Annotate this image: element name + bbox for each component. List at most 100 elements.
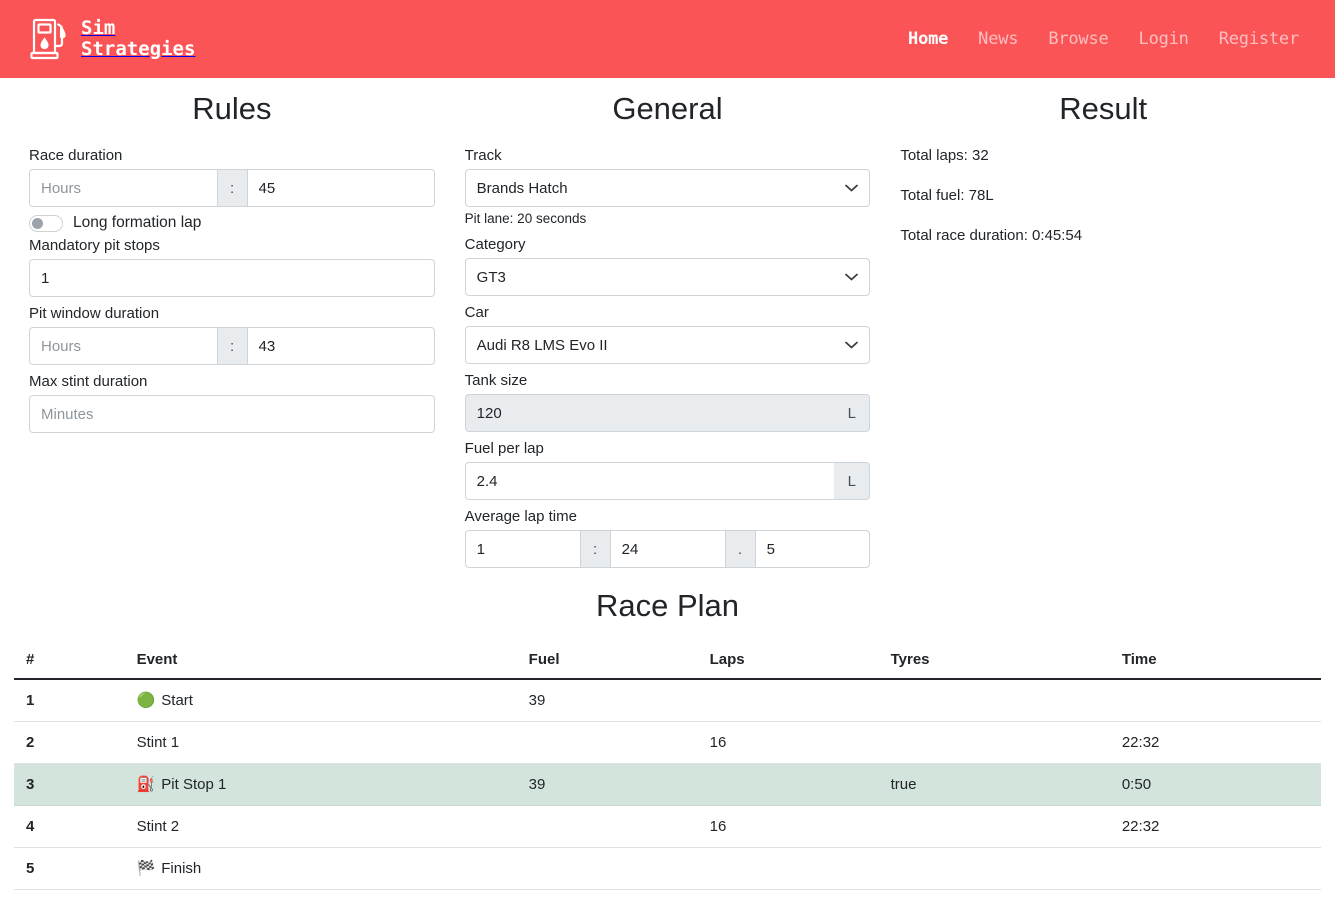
row-tyres (879, 722, 1110, 764)
pit-window-separator: : (217, 327, 247, 365)
settings-columns: Rules Race duration : Long formation lap… (14, 78, 1321, 575)
row-tyres (879, 806, 1110, 848)
nav-item-browse[interactable]: Browse (1048, 29, 1108, 49)
row-event-label: Finish (161, 860, 201, 877)
row-fuel (517, 806, 698, 848)
table-header-row: # Event Fuel Laps Tyres Time (14, 643, 1321, 679)
mandatory-pit-stops-field: Mandatory pit stops (29, 236, 435, 297)
pit-window-hours-input[interactable] (29, 327, 217, 365)
table-row: 5 🏁 Finish (14, 848, 1321, 890)
category-field: Category (465, 235, 871, 296)
race-plan-title: Race Plan (14, 587, 1321, 625)
row-fuel: 39 (517, 679, 698, 722)
result-total-laps: Total laps: 32 (900, 146, 1306, 166)
avg-lap-tenths-input[interactable] (755, 530, 871, 568)
pit-window-input-group: : (29, 327, 435, 365)
row-tyres (879, 848, 1110, 890)
long-formation-lap-label: Long formation lap (73, 214, 201, 232)
col-header-event: Event (125, 643, 517, 679)
fuel-per-lap-field: Fuel per lap L (465, 439, 871, 500)
row-laps: 16 (698, 722, 879, 764)
result-race-duration: Total race duration: 0:45:54 (900, 226, 1306, 246)
row-event-label: Stint 2 (137, 818, 180, 835)
race-plan-body: 1🟢Start392Stint 11622:323⛽Pit Stop 139tr… (14, 679, 1321, 890)
car-select[interactable] (465, 326, 871, 364)
nav-item-register[interactable]: Register (1219, 29, 1299, 49)
col-header-laps: Laps (698, 643, 879, 679)
row-fuel (517, 848, 698, 890)
car-field: Car (465, 303, 871, 364)
row-time: 22:32 (1110, 722, 1321, 764)
row-laps (698, 848, 879, 890)
main-nav: Home News Browse Login Register (908, 29, 1313, 49)
result-total-fuel: Total fuel: 78L (900, 186, 1306, 206)
average-lap-time-input-group: : . (465, 530, 871, 568)
category-label: Category (465, 235, 871, 255)
car-select-wrap (465, 326, 871, 364)
row-tyres (879, 679, 1110, 722)
table-row: 2Stint 11622:32 (14, 722, 1321, 764)
nav-item-home[interactable]: Home (908, 29, 948, 49)
avg-lap-minutes-input[interactable] (465, 530, 580, 568)
race-duration-separator: : (217, 169, 247, 207)
tank-size-label: Tank size (465, 371, 871, 391)
track-label: Track (465, 146, 871, 166)
pit-window-minutes-input[interactable] (247, 327, 435, 365)
row-laps (698, 679, 879, 722)
race-duration-label: Race duration (29, 146, 435, 166)
green-circle-icon: 🟢 (137, 693, 156, 708)
general-column: General Track Pit lane: 20 seconds Categ… (450, 78, 886, 575)
track-select[interactable] (465, 169, 871, 207)
row-index: 5 (14, 848, 125, 890)
row-time: 22:32 (1110, 806, 1321, 848)
row-event: 🟢 Start (125, 679, 517, 722)
pit-lane-note: Pit lane: 20 seconds (465, 209, 871, 228)
row-index: 3 (14, 764, 125, 806)
row-time (1110, 848, 1321, 890)
long-formation-lap-row: Long formation lap (29, 214, 435, 232)
car-label: Car (465, 303, 871, 323)
max-stint-duration-input[interactable] (29, 395, 435, 433)
result-title: Result (900, 90, 1306, 128)
track-select-wrap (465, 169, 871, 207)
brand-logo[interactable]: Sim Strategies (30, 15, 195, 63)
max-stint-duration-label: Max stint duration (29, 372, 435, 392)
table-row: 4Stint 21622:32 (14, 806, 1321, 848)
fuel-per-lap-unit: L (834, 462, 870, 500)
mandatory-pit-stops-input[interactable] (29, 259, 435, 297)
row-tyres: true (879, 764, 1110, 806)
race-duration-hours-input[interactable] (29, 169, 217, 207)
col-header-fuel: Fuel (517, 643, 698, 679)
row-event-label: Start (161, 692, 193, 709)
race-duration-minutes-input[interactable] (247, 169, 435, 207)
nav-item-news[interactable]: News (978, 29, 1018, 49)
category-select[interactable] (465, 258, 871, 296)
track-field: Track Pit lane: 20 seconds (465, 146, 871, 228)
rules-column: Rules Race duration : Long formation lap… (14, 78, 450, 440)
checkered-flag-icon: 🏁 (137, 861, 156, 876)
rules-title: Rules (29, 90, 435, 128)
long-formation-lap-toggle[interactable] (29, 215, 63, 232)
fuel-per-lap-input-group: L (465, 462, 871, 500)
row-index: 1 (14, 679, 125, 722)
avg-lap-seconds-input[interactable] (610, 530, 725, 568)
race-duration-field: Race duration : (29, 146, 435, 207)
row-time (1110, 679, 1321, 722)
row-laps (698, 764, 879, 806)
toggle-knob (32, 218, 43, 229)
category-select-wrap (465, 258, 871, 296)
row-index: 4 (14, 806, 125, 848)
brand-name: Sim Strategies (81, 18, 195, 60)
fuel-pump-icon: ⛽ (137, 777, 156, 792)
col-header-index: # (14, 643, 125, 679)
pit-window-duration-label: Pit window duration (29, 304, 435, 324)
result-column: Result Total laps: 32 Total fuel: 78L To… (885, 78, 1321, 266)
table-row: 3⛽Pit Stop 139true0:50 (14, 764, 1321, 806)
row-fuel: 39 (517, 764, 698, 806)
row-event-label: Pit Stop 1 (161, 776, 226, 793)
col-header-tyres: Tyres (879, 643, 1110, 679)
nav-item-login[interactable]: Login (1139, 29, 1189, 49)
tank-size-input (465, 394, 835, 432)
fuel-per-lap-label: Fuel per lap (465, 439, 871, 459)
fuel-per-lap-input[interactable] (465, 462, 835, 500)
